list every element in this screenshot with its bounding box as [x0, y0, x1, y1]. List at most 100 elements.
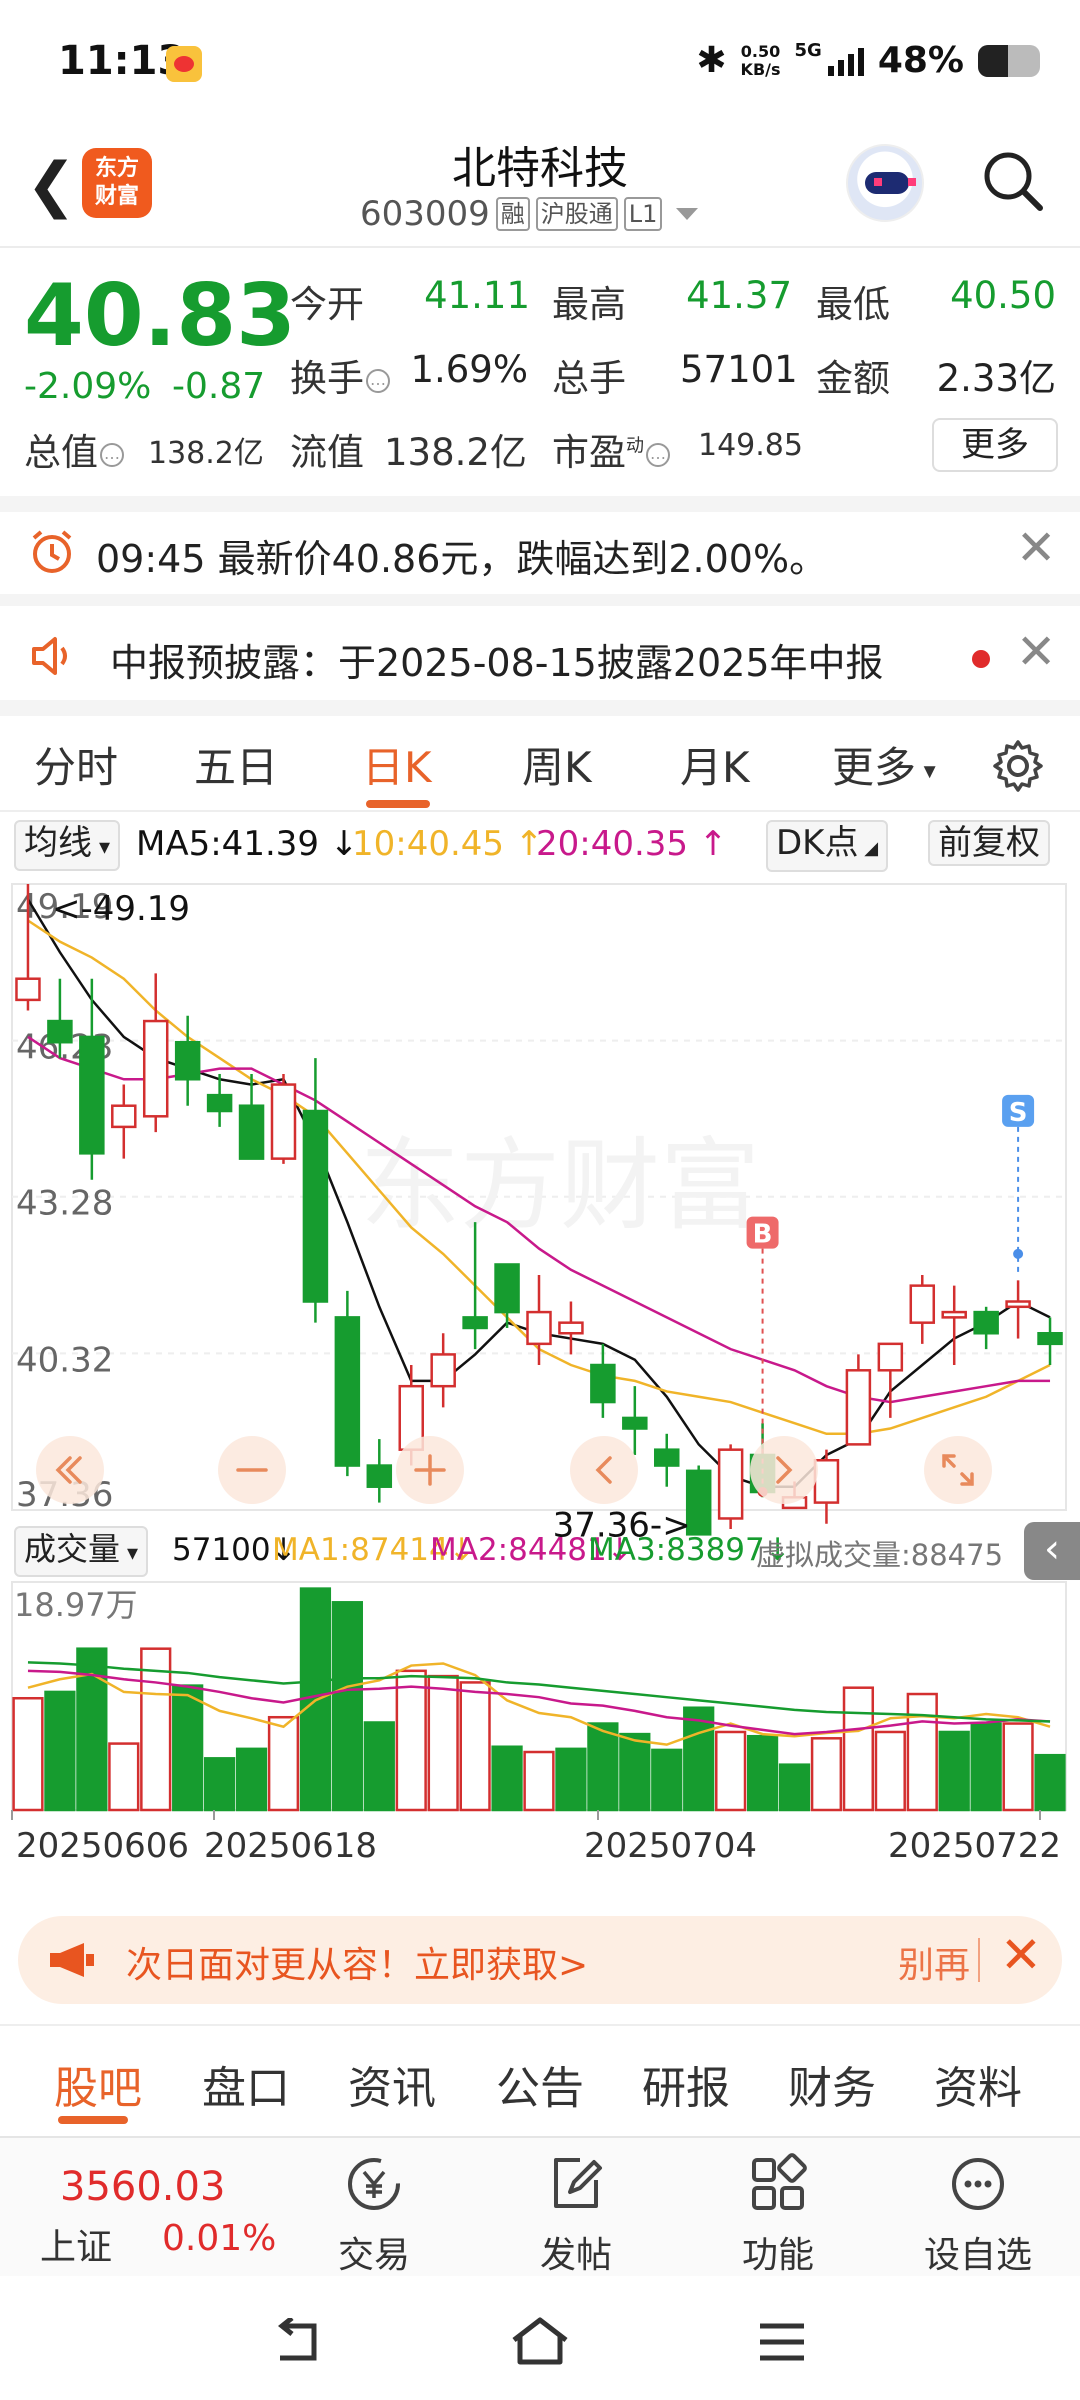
low-value: 40.50: [950, 274, 1056, 317]
candle: [877, 1342, 904, 1372]
step-right-icon[interactable]: [750, 1436, 818, 1504]
zoom-in-icon[interactable]: [396, 1436, 464, 1504]
volume-bar: [140, 1647, 172, 1812]
gear-icon[interactable]: [990, 738, 1046, 794]
volume-bar: [491, 1745, 523, 1812]
candle: [15, 977, 41, 1002]
amount-label: 金额: [816, 357, 890, 400]
info-icon: …: [646, 442, 670, 467]
tab-finance[interactable]: 财务: [788, 2052, 876, 2116]
candle: [462, 1316, 488, 1330]
tab-research[interactable]: 研报: [642, 2052, 730, 2116]
more-circle-icon: [952, 2158, 1004, 2210]
tag-connect: 沪股通: [535, 197, 618, 231]
candle: [494, 1263, 520, 1314]
index-name: 上证: [40, 2227, 113, 2268]
tab-announcements[interactable]: 公告: [496, 2052, 584, 2116]
candle: [302, 1109, 329, 1303]
collapse-panel-icon[interactable]: ‹: [1024, 1522, 1080, 1580]
fullscreen-icon[interactable]: [924, 1436, 992, 1504]
kline-chart[interactable]: 东方财富 49.1946.2343.2840.3237.36 <-49.1937…: [0, 870, 1080, 1890]
ma-selector[interactable]: 均线 ▾: [14, 820, 121, 871]
tab-five-day[interactable]: 五日: [194, 734, 278, 795]
price-alert-row[interactable]: 09:45 最新价40.86元，跌幅达到2.00%。 ✕: [0, 508, 1080, 594]
candle: [622, 1416, 648, 1430]
more-quote-button[interactable]: 更多: [932, 418, 1058, 472]
last-price: 40.83: [24, 266, 297, 366]
dk-point-button[interactable]: DK点 ◢: [766, 820, 889, 872]
tab-daily-k[interactable]: 日K: [362, 734, 432, 795]
volume-bar: [12, 1696, 44, 1812]
zoom-out-icon[interactable]: [218, 1436, 286, 1504]
promo-side-text: 别再: [898, 1945, 971, 1986]
volume-bar: [906, 1692, 938, 1812]
turnover-label[interactable]: 换手…: [290, 348, 390, 402]
volume-bar: [395, 1669, 427, 1812]
candle: [79, 1035, 105, 1155]
tab-guba[interactable]: 股吧: [54, 2052, 142, 2116]
ma10-value: 10:40.45 ↑: [352, 824, 544, 864]
function-button[interactable]: 功能: [718, 2152, 838, 2278]
tab-monthly-k[interactable]: 月K: [680, 734, 750, 795]
candle: [334, 1316, 361, 1467]
home-nav-icon[interactable]: [508, 2314, 572, 2370]
date-label: 20250722: [888, 1826, 1062, 1866]
volume-bar: [778, 1763, 811, 1812]
menu-nav-icon[interactable]: [754, 2318, 810, 2366]
tab-news[interactable]: 资讯: [348, 2052, 436, 2116]
volume-bar: [970, 1722, 1002, 1812]
volume-bar: [810, 1737, 843, 1812]
add-watchlist-button[interactable]: 设自选: [918, 2152, 1038, 2278]
volume-selector[interactable]: 成交量 ▾: [14, 1526, 149, 1577]
announcement-text: 中报预披露：于2025-08-15披露2025年中报: [110, 641, 884, 685]
battery-percent: 48%: [877, 40, 964, 81]
announcement-row[interactable]: 中报预披露：于2025-08-15披露2025年中报 ✕: [0, 612, 1080, 698]
volume-legend: 成交量 ▾ 57100↓ MA1:87414↓ MA2:84481↓ MA3:8…: [0, 1520, 1080, 1580]
candle: [558, 1321, 584, 1335]
tab-profile[interactable]: 资料: [934, 2052, 1022, 2116]
volume-bar: [523, 1750, 555, 1812]
scroll-left-icon[interactable]: [36, 1436, 104, 1504]
step-left-icon[interactable]: [570, 1436, 638, 1504]
signal-icon: [827, 46, 864, 76]
candle: [813, 1459, 840, 1504]
alert-text: 09:45 最新价40.86元，跌幅达到2.00%。: [96, 537, 828, 581]
close-icon[interactable]: ✕: [1016, 520, 1056, 576]
tab-weekly-k[interactable]: 周K: [522, 734, 592, 795]
trade-button[interactable]: 交易: [314, 2152, 434, 2278]
promo-text: 次日面对更从容！立即获取>: [126, 1945, 589, 1986]
megaphone-icon: [50, 1943, 94, 1977]
network-type: 5G: [794, 40, 822, 61]
index-value: 3560.03: [60, 2164, 226, 2210]
open-value: 41.11: [424, 274, 530, 317]
control-bg: [924, 1436, 992, 1504]
function-grid-icon: [752, 2153, 807, 2210]
low-label: 最低: [816, 283, 890, 326]
pe-label[interactable]: 市盈动…: [552, 422, 670, 476]
candle: [526, 1310, 552, 1346]
stock-code-row[interactable]: 603009 融 沪股通 L1: [360, 194, 699, 234]
post-button[interactable]: 发帖: [516, 2152, 636, 2278]
close-icon[interactable]: ✕: [1016, 624, 1056, 680]
divider: [978, 1938, 980, 1982]
tab-intraday[interactable]: 分时: [34, 734, 118, 795]
active-tab-indicator: [58, 2116, 128, 2124]
tab-pankou[interactable]: 盘口: [202, 2052, 290, 2116]
promo-banner[interactable]: 次日面对更从容！立即获取> 别再 ✕: [18, 1916, 1062, 2004]
ai-assistant-robot-icon[interactable]: [846, 144, 924, 222]
tab-more[interactable]: 更多 ▾: [832, 734, 936, 795]
volume-bar: [108, 1742, 140, 1812]
adjust-button[interactable]: 前复权: [928, 820, 1050, 866]
search-icon[interactable]: [980, 148, 1046, 214]
volume-bar: [651, 1748, 683, 1812]
pe-value: 149.85: [698, 428, 803, 463]
close-icon[interactable]: ✕: [1000, 1926, 1042, 1984]
index-change: 0.01%: [162, 2218, 277, 2259]
date-label: 20250606: [16, 1826, 190, 1866]
candle: [238, 1104, 265, 1160]
info-icon: …: [366, 368, 390, 393]
back-nav-icon[interactable]: [270, 2318, 326, 2366]
candle: [1005, 1300, 1031, 1309]
system-nav-bar: [0, 2276, 1080, 2400]
mktcap-label[interactable]: 总值…: [24, 422, 124, 476]
